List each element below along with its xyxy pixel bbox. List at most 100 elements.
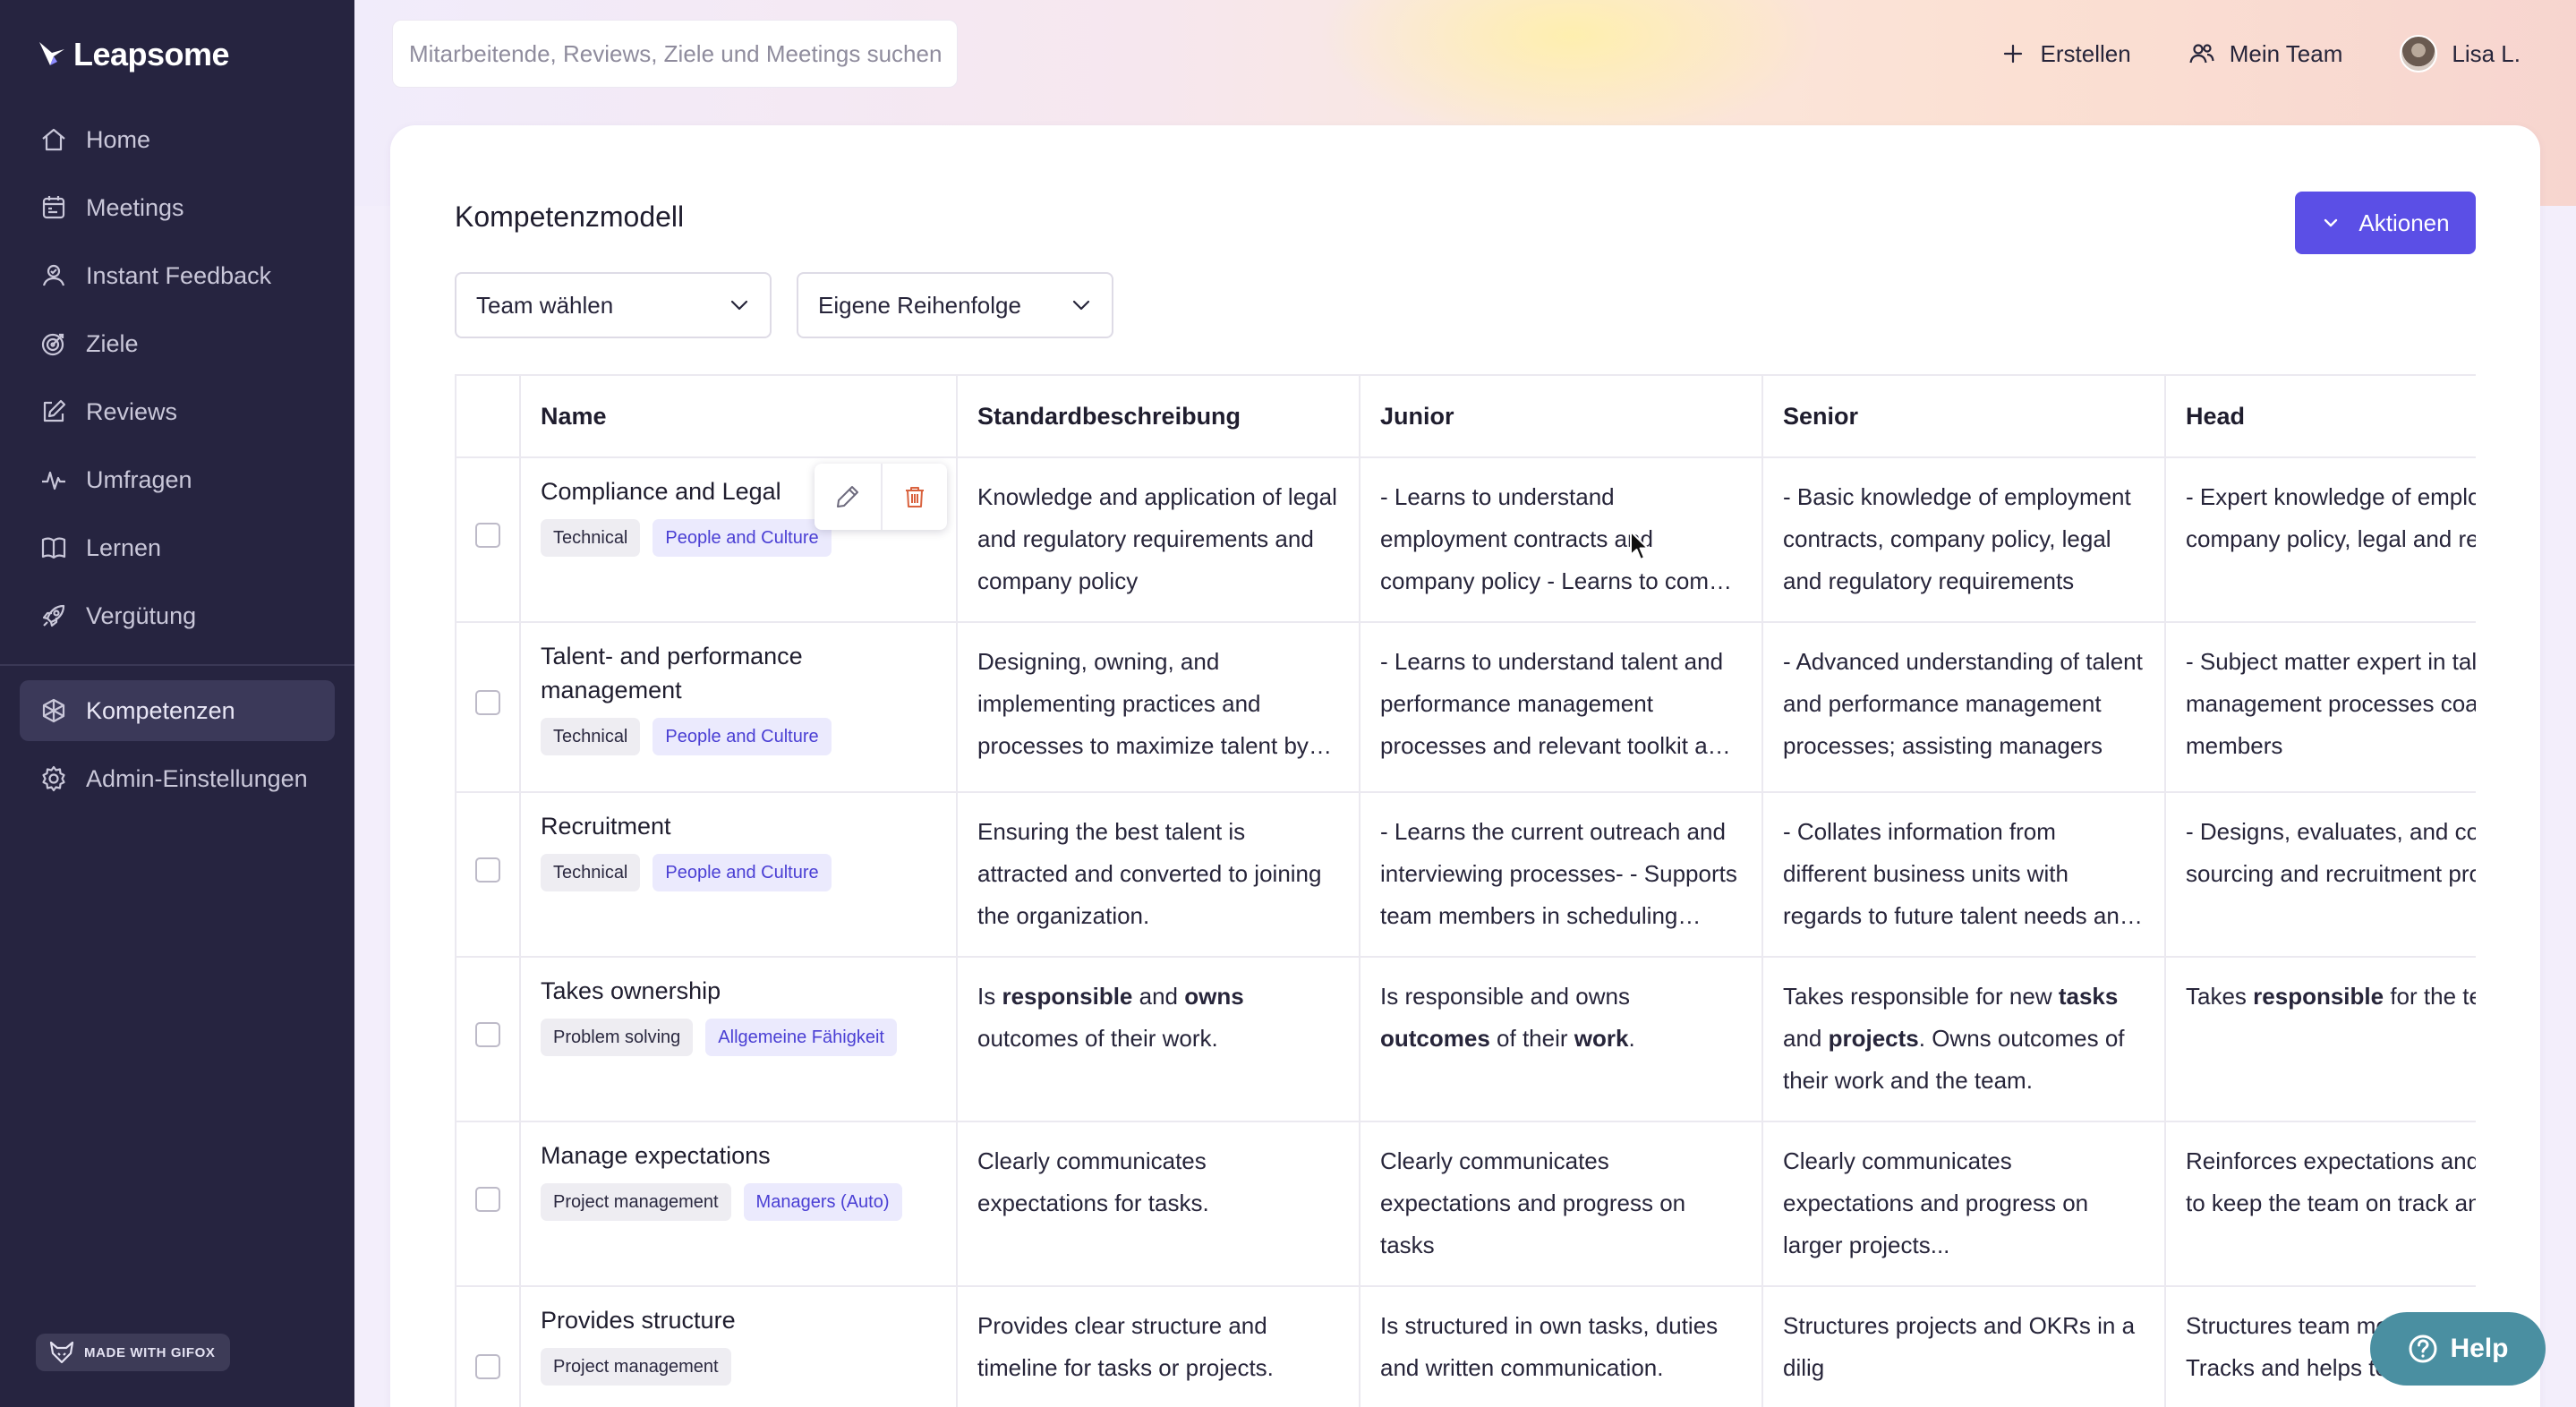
- junior-cell: - Learns to understand employment contra…: [1359, 456, 1763, 623]
- head-cell: Takes responsible for the team's progres…: [2164, 956, 2476, 1122]
- sidebar-item-lernen[interactable]: Lernen: [20, 517, 335, 578]
- row-checkbox[interactable]: [475, 1186, 500, 1212]
- plus-icon: [2003, 44, 2022, 64]
- sidebar-item-ziele[interactable]: Ziele: [20, 313, 335, 374]
- group-tag: Allgemeine Fähigkeit: [705, 1019, 897, 1056]
- row-checkbox[interactable]: [475, 857, 500, 883]
- cell-text: - Expert knowledge of employment contrac…: [2186, 483, 2476, 552]
- sidebar-item-home[interactable]: Home: [20, 109, 335, 170]
- order-select[interactable]: Eigene Reihenfolge: [797, 272, 1113, 338]
- table-header-row: Name Standardbeschreibung Junior Senior …: [455, 374, 2476, 458]
- table-row[interactable]: Manage expectations Project management M…: [455, 1121, 2476, 1287]
- row-checkbox[interactable]: [475, 1021, 500, 1047]
- competency-name-cell[interactable]: Compliance and Legal Technical People an…: [519, 456, 958, 623]
- bold-run: owns: [1184, 983, 1244, 1010]
- header-standard[interactable]: Standardbeschreibung: [956, 374, 1361, 458]
- sidebar-item-label: Meetings: [86, 193, 184, 221]
- junior-cell: - Learns to understand talent and perfor…: [1359, 621, 1763, 793]
- competency-name: Takes ownership: [541, 977, 721, 1004]
- row-checkbox[interactable]: [475, 1353, 500, 1379]
- sidebar-item-label: Vergütung: [86, 601, 197, 629]
- trash-icon: [906, 487, 924, 507]
- sidebar-item-label: Kompetenzen: [86, 696, 235, 724]
- actions-button-label: Aktionen: [2358, 209, 2450, 236]
- senior-cell: Clearly communicates expectations and pr…: [1761, 1121, 2166, 1287]
- cell-text: - Learns the current outreach and interv…: [1380, 818, 1737, 929]
- table-row[interactable]: Provides structure Project management Pr…: [455, 1285, 2476, 1407]
- sidebar-item-umfragen[interactable]: Umfragen: [20, 449, 335, 510]
- header-junior[interactable]: Junior: [1359, 374, 1763, 458]
- sidebar-divider: [0, 664, 354, 666]
- home-icon: [42, 128, 65, 151]
- text-run: Takes: [2186, 983, 2254, 1010]
- bold-run: outcomes: [1380, 1025, 1490, 1052]
- chevron-down-icon: [2324, 218, 2338, 227]
- user-menu-button[interactable]: Lisa L.: [2400, 35, 2521, 72]
- sidebar-item-admin-einstellungen[interactable]: Admin-Einstellungen: [20, 748, 335, 809]
- category-tag: Project management: [541, 1183, 731, 1221]
- competency-name-cell[interactable]: Provides structure Project management: [519, 1285, 958, 1407]
- mouse-cursor-icon: [1630, 531, 1649, 560]
- team-select[interactable]: Team wählen: [455, 272, 772, 338]
- table-row[interactable]: Talent- and performance management Techn…: [455, 621, 2476, 793]
- text-run: Is responsible and owns: [1380, 983, 1630, 1010]
- competency-name: Talent- and performance management: [541, 643, 803, 704]
- table-row[interactable]: Compliance and Legal Technical People an…: [455, 456, 2476, 623]
- text-run: outcomes of their work.: [977, 1025, 1218, 1052]
- standard-description-cell: Ensuring the best talent is attracted an…: [956, 791, 1361, 958]
- group-tag: People and Culture: [653, 854, 832, 891]
- competency-table-container[interactable]: Name Standardbeschreibung Junior Senior …: [455, 374, 2476, 1407]
- my-team-button[interactable]: Mein Team: [2188, 40, 2342, 68]
- edit-button[interactable]: [815, 464, 881, 530]
- cell-text: Ensuring the best talent is attracted an…: [977, 818, 1322, 929]
- table-row[interactable]: Recruitment Technical People and Culture…: [455, 791, 2476, 958]
- sidebar-item-label: Instant Feedback: [86, 261, 272, 289]
- row-tools: [815, 464, 947, 530]
- cell-text: Designing, owning, and implementing prac…: [977, 648, 1309, 759]
- row-checkbox[interactable]: [475, 522, 500, 548]
- competency-name-cell[interactable]: Talent- and performance management Techn…: [519, 621, 958, 793]
- sidebar-item-verguetung[interactable]: Vergütung: [20, 585, 335, 646]
- head-cell: Reinforces expectations and makes adjust…: [2164, 1121, 2476, 1287]
- page-title: Kompetenzmodell: [455, 200, 685, 233]
- brand-logo[interactable]: Leapsome: [36, 36, 230, 73]
- text-run: of their: [1489, 1025, 1574, 1052]
- standard-description-cell: Knowledge and application of legal and r…: [956, 456, 1361, 623]
- sidebar-item-meetings[interactable]: Meetings: [20, 177, 335, 238]
- header-name[interactable]: Name: [519, 374, 958, 458]
- cell-text: Is responsible and owns outcomes of thei…: [977, 976, 1339, 1060]
- chevron-down-icon: [1072, 300, 1090, 311]
- head-cell: - Designs, evaluates, and continuously i…: [2164, 791, 2476, 958]
- gifox-badge-label: MADE WITH GIFOX: [84, 1344, 216, 1360]
- row-checkbox[interactable]: [475, 689, 500, 715]
- table-row[interactable]: Takes ownership Problem solving Allgemei…: [455, 956, 2476, 1122]
- competency-name-cell[interactable]: Manage expectations Project management M…: [519, 1121, 958, 1287]
- actions-button[interactable]: Aktionen: [2295, 192, 2476, 254]
- sidebar-item-kompetenzen[interactable]: Kompetenzen: [20, 680, 335, 741]
- sidebar-item-instant-feedback[interactable]: Instant Feedback: [20, 245, 335, 306]
- main-card: Kompetenzmodell Aktionen Team wählen Eig…: [390, 125, 2540, 1407]
- create-button-label: Erstellen: [2040, 39, 2131, 67]
- row-select-cell: [455, 456, 521, 623]
- global-search-input[interactable]: Mitarbeitende, Reviews, Ziele und Meetin…: [392, 20, 958, 88]
- header-senior[interactable]: Senior: [1761, 374, 2166, 458]
- header-head[interactable]: Head: [2164, 374, 2476, 458]
- category-tag: Technical: [541, 854, 641, 891]
- row-select-cell: [455, 791, 521, 958]
- category-tag: Technical: [541, 519, 641, 557]
- competency-name-cell[interactable]: Recruitment Technical People and Culture: [519, 791, 958, 958]
- competency-name-cell[interactable]: Takes ownership Problem solving Allgemei…: [519, 956, 958, 1122]
- create-button[interactable]: Erstellen: [2000, 40, 2131, 68]
- main-nav: Home Meetings Instant Feedback Ziele Rev…: [20, 109, 335, 653]
- standard-description-cell: Provides clear structure and timeline fo…: [956, 1285, 1361, 1407]
- help-button[interactable]: Help: [2370, 1312, 2546, 1386]
- cell-text: Structures projects and OKRs in a dilig: [1783, 1312, 2136, 1381]
- cell-text: Clearly communicates expectations for ta…: [977, 1147, 1209, 1216]
- cell-text: - Learns to understand employment contra…: [1380, 483, 1739, 594]
- feedback-icon: [42, 264, 65, 286]
- gifox-badge[interactable]: MADE WITH GIFOX: [36, 1334, 230, 1371]
- head-cell: - Expert knowledge of employment contrac…: [2164, 456, 2476, 623]
- delete-button[interactable]: [881, 464, 947, 530]
- sidebar-item-reviews[interactable]: Reviews: [20, 381, 335, 442]
- cell-text: Takes responsible for the team's progres…: [2186, 976, 2476, 1018]
